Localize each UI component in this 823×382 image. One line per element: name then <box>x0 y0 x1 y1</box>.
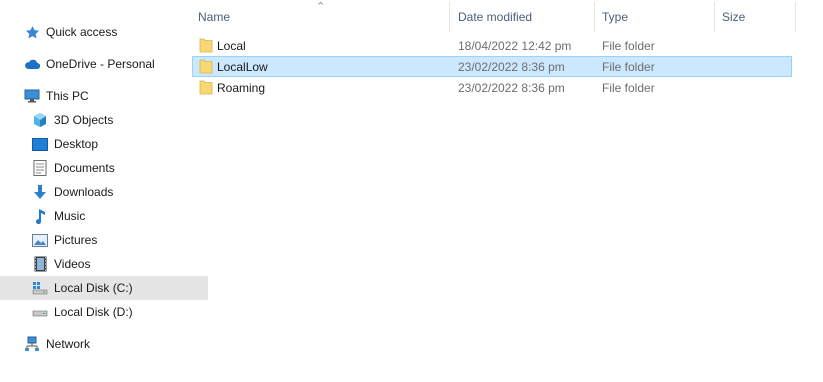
nav-item-pictures[interactable]: Pictures <box>0 228 208 252</box>
nav-item-videos[interactable]: Videos <box>0 252 208 276</box>
nav-item-documents[interactable]: Documents <box>0 156 208 180</box>
file-row-locallow[interactable]: LocalLow 23/02/2022 8:36 pm File folder <box>192 56 792 77</box>
nav-item-label: Pictures <box>54 233 98 247</box>
file-row-roaming[interactable]: Roaming 23/02/2022 8:36 pm File folder <box>192 77 792 98</box>
file-name: Local <box>217 38 246 53</box>
file-date-modified: 23/02/2022 8:36 pm <box>458 80 565 95</box>
column-header-type[interactable]: Type <box>590 0 714 34</box>
file-type: File folder <box>602 80 655 95</box>
nav-item-label: Downloads <box>54 185 114 199</box>
nav-item-label: This PC <box>46 89 89 103</box>
folder-icon <box>199 38 213 56</box>
nav-item-music[interactable]: Music <box>0 204 208 228</box>
nav-item-quick-access[interactable]: Quick access <box>0 20 200 44</box>
column-header-date-modified[interactable]: Date modified <box>446 0 594 34</box>
nav-item-3d-objects[interactable]: 3D Objects <box>0 108 208 132</box>
file-name: Roaming <box>217 80 266 95</box>
nav-item-label: Documents <box>54 161 115 175</box>
nav-item-label: Network <box>46 337 91 351</box>
column-header-size[interactable]: Size <box>710 0 796 34</box>
download-arrow-icon <box>32 184 48 200</box>
nav-item-local-disk-d[interactable]: Local Disk (D:) <box>0 300 208 324</box>
cloud-icon <box>24 56 40 72</box>
file-name: LocalLow <box>217 59 268 74</box>
music-note-icon <box>32 208 48 224</box>
drive-icon <box>32 304 48 320</box>
network-icon <box>24 336 40 352</box>
nav-item-label: Music <box>54 209 86 223</box>
nav-item-label: Local Disk (D:) <box>54 305 133 319</box>
column-header-label: Name <box>198 10 231 24</box>
nav-item-this-pc[interactable]: This PC <box>0 84 200 108</box>
column-header-name[interactable]: Name <box>186 0 449 34</box>
file-date-modified: 23/02/2022 8:36 pm <box>458 59 565 74</box>
nav-item-onedrive[interactable]: OneDrive - Personal <box>0 52 200 76</box>
film-icon <box>32 256 48 272</box>
star-icon <box>24 24 40 40</box>
computer-icon <box>24 88 40 104</box>
nav-item-label: Quick access <box>46 25 118 39</box>
nav-item-local-disk-c[interactable]: Local Disk (C:) <box>0 276 208 300</box>
nav-item-label: Videos <box>54 257 91 271</box>
picture-icon <box>32 232 48 248</box>
column-header-bar: ⌃ Name Date modified Type Size <box>186 0 796 34</box>
nav-item-label: OneDrive - Personal <box>46 57 155 71</box>
folder-icon <box>199 59 213 77</box>
file-row-local[interactable]: Local 18/04/2022 12:42 pm File folder <box>192 35 792 56</box>
column-header-label: Type <box>602 10 629 24</box>
column-header-label: Size <box>722 10 746 24</box>
folder-icon <box>199 80 213 98</box>
file-date-modified: 18/04/2022 12:42 pm <box>458 38 572 53</box>
document-icon <box>32 160 48 176</box>
column-header-label: Date modified <box>458 10 533 24</box>
nav-item-label: 3D Objects <box>54 113 114 127</box>
nav-item-downloads[interactable]: Downloads <box>0 180 208 204</box>
nav-item-label: Desktop <box>54 137 99 151</box>
file-type: File folder <box>602 38 655 53</box>
navigation-pane: Quick access OneDrive - Personal This PC… <box>0 0 208 382</box>
windows-drive-icon <box>32 280 48 296</box>
cube-icon <box>32 112 48 128</box>
desktop-icon <box>32 136 48 152</box>
nav-item-label: Local Disk (C:) <box>54 281 133 295</box>
file-type: File folder <box>602 59 655 74</box>
nav-item-desktop[interactable]: Desktop <box>0 132 208 156</box>
nav-item-network[interactable]: Network <box>0 332 200 356</box>
column-divider[interactable] <box>795 2 796 32</box>
